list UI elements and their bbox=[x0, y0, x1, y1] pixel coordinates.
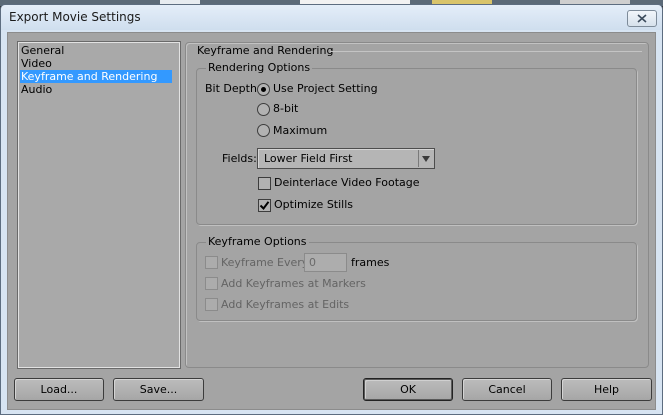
rendering-options-title: Rendering Options bbox=[206, 61, 313, 74]
save-button[interactable]: Save... bbox=[113, 378, 204, 401]
close-button[interactable] bbox=[627, 10, 657, 27]
keyframes-at-markers-checkbox[interactable] bbox=[205, 277, 218, 290]
category-keyframe-and-rendering[interactable]: Keyframe and Rendering bbox=[20, 70, 172, 83]
title-bar: Export Movie Settings bbox=[1, 5, 662, 30]
export-movie-settings-dialog: Export Movie Settings General Video Keyf… bbox=[0, 4, 663, 415]
deinterlace-checkbox[interactable] bbox=[258, 177, 271, 190]
bit-depth-8bit-label[interactable]: 8-bit bbox=[273, 102, 298, 115]
keyframe-every-input[interactable]: 0 bbox=[304, 253, 347, 272]
keyframe-every-checkbox[interactable] bbox=[205, 256, 218, 269]
bit-depth-maximum-label[interactable]: Maximum bbox=[273, 124, 327, 137]
cancel-button[interactable]: Cancel bbox=[462, 378, 552, 401]
optimize-stills-label[interactable]: Optimize Stills bbox=[274, 198, 353, 211]
frames-unit-label: frames bbox=[351, 256, 390, 269]
panel-heading: Keyframe and Rendering bbox=[195, 44, 336, 57]
ok-button[interactable]: OK bbox=[363, 378, 453, 401]
bit-depth-label: Bit Depth: bbox=[205, 82, 261, 95]
keyframes-at-edits-checkbox[interactable] bbox=[205, 298, 218, 311]
category-audio[interactable]: Audio bbox=[20, 83, 172, 96]
fields-dropdown-value: Lower Field First bbox=[264, 152, 353, 165]
keyframes-at-markers-label[interactable]: Add Keyframes at Markers bbox=[221, 277, 366, 290]
bit-depth-maximum-radio[interactable] bbox=[257, 124, 270, 137]
keyframe-every-label[interactable]: Keyframe Every bbox=[221, 256, 308, 269]
load-button[interactable]: Load... bbox=[14, 378, 104, 401]
deinterlace-label[interactable]: Deinterlace Video Footage bbox=[274, 176, 420, 189]
fields-label: Fields: bbox=[222, 152, 257, 165]
bit-depth-use-project-label[interactable]: Use Project Setting bbox=[273, 82, 378, 95]
heading-divider bbox=[330, 51, 642, 52]
optimize-stills-checkbox[interactable] bbox=[258, 199, 271, 212]
radio-selected-dot bbox=[261, 87, 266, 92]
settings-category-list[interactable]: General Video Keyframe and Rendering Aud… bbox=[17, 41, 181, 369]
dialog-body: General Video Keyframe and Rendering Aud… bbox=[7, 32, 656, 410]
keyframe-options-title: Keyframe Options bbox=[206, 235, 309, 248]
close-icon bbox=[637, 14, 647, 23]
dropdown-arrow-icon[interactable] bbox=[418, 150, 433, 167]
window-title: Export Movie Settings bbox=[9, 10, 141, 24]
checkmark-icon bbox=[259, 201, 270, 211]
category-video[interactable]: Video bbox=[20, 57, 172, 70]
bit-depth-8bit-radio[interactable] bbox=[257, 103, 270, 116]
fields-dropdown[interactable]: Lower Field First bbox=[257, 148, 435, 169]
category-general[interactable]: General bbox=[20, 44, 172, 57]
bit-depth-use-project-radio[interactable] bbox=[257, 83, 270, 96]
keyframe-every-value: 0 bbox=[309, 256, 316, 269]
help-button[interactable]: Help bbox=[561, 378, 652, 401]
keyframes-at-edits-label[interactable]: Add Keyframes at Edits bbox=[221, 298, 349, 311]
